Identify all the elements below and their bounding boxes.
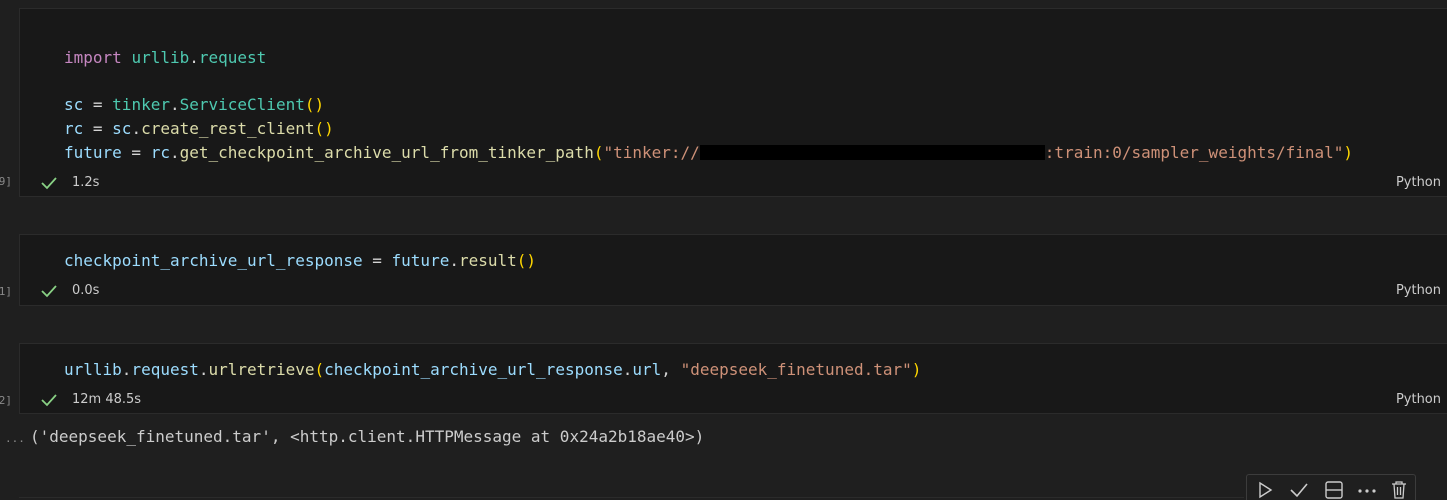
more-actions-icon[interactable] (1355, 479, 1379, 500)
output-menu-icon[interactable]: ... (5, 432, 25, 445)
code-cell[interactable]: urllib.request.urlretrieve(checkpoint_ar… (19, 343, 1447, 414)
execution-duration: 12m 48.5s (72, 392, 142, 407)
execution-duration: 0.0s (72, 283, 100, 298)
run-icon[interactable] (1253, 479, 1277, 500)
split-cell-icon[interactable] (1322, 479, 1346, 500)
cell-status-bar: 12m 48.5s Python (20, 390, 1447, 412)
check-icon[interactable] (1287, 479, 1311, 500)
language-selector[interactable]: Python (1396, 175, 1441, 190)
execution-count: [11] (0, 285, 12, 298)
cell-status-bar: 1.2s Python (20, 173, 1447, 195)
code-line[interactable]: future = rc.get_checkpoint_archive_url_f… (64, 143, 1353, 163)
execution-count: [9] (0, 175, 12, 188)
code-cell[interactable]: checkpoint_archive_url_response = future… (19, 234, 1447, 306)
code-line[interactable]: urllib.request.urlretrieve(checkpoint_ar… (64, 360, 921, 380)
delete-icon[interactable] (1387, 479, 1411, 500)
code-line[interactable]: import urllib.request (64, 48, 266, 68)
success-check-icon (40, 281, 58, 301)
code-line[interactable]: checkpoint_archive_url_response = future… (64, 251, 536, 271)
success-check-icon (40, 390, 58, 410)
cell-status-bar: 0.0s Python (20, 281, 1447, 303)
next-cell-border (19, 497, 1244, 498)
language-selector[interactable]: Python (1396, 392, 1441, 407)
success-check-icon (40, 173, 58, 193)
code-line[interactable]: sc = tinker.ServiceClient() (64, 95, 324, 115)
cell-output: ('deepseek_finetuned.tar', <http.client.… (30, 427, 705, 446)
cell-toolbar (1246, 474, 1416, 500)
language-selector[interactable]: Python (1396, 283, 1441, 298)
code-line[interactable]: rc = sc.create_rest_client() (64, 119, 334, 139)
execution-duration: 1.2s (72, 175, 100, 190)
execution-count: [12] (0, 394, 12, 407)
notebook-editor: [9] import urllib.request sc = tinker.Se… (0, 0, 1447, 500)
code-cell[interactable]: import urllib.request sc = tinker.Servic… (19, 8, 1447, 197)
redaction-bar (699, 145, 1045, 160)
